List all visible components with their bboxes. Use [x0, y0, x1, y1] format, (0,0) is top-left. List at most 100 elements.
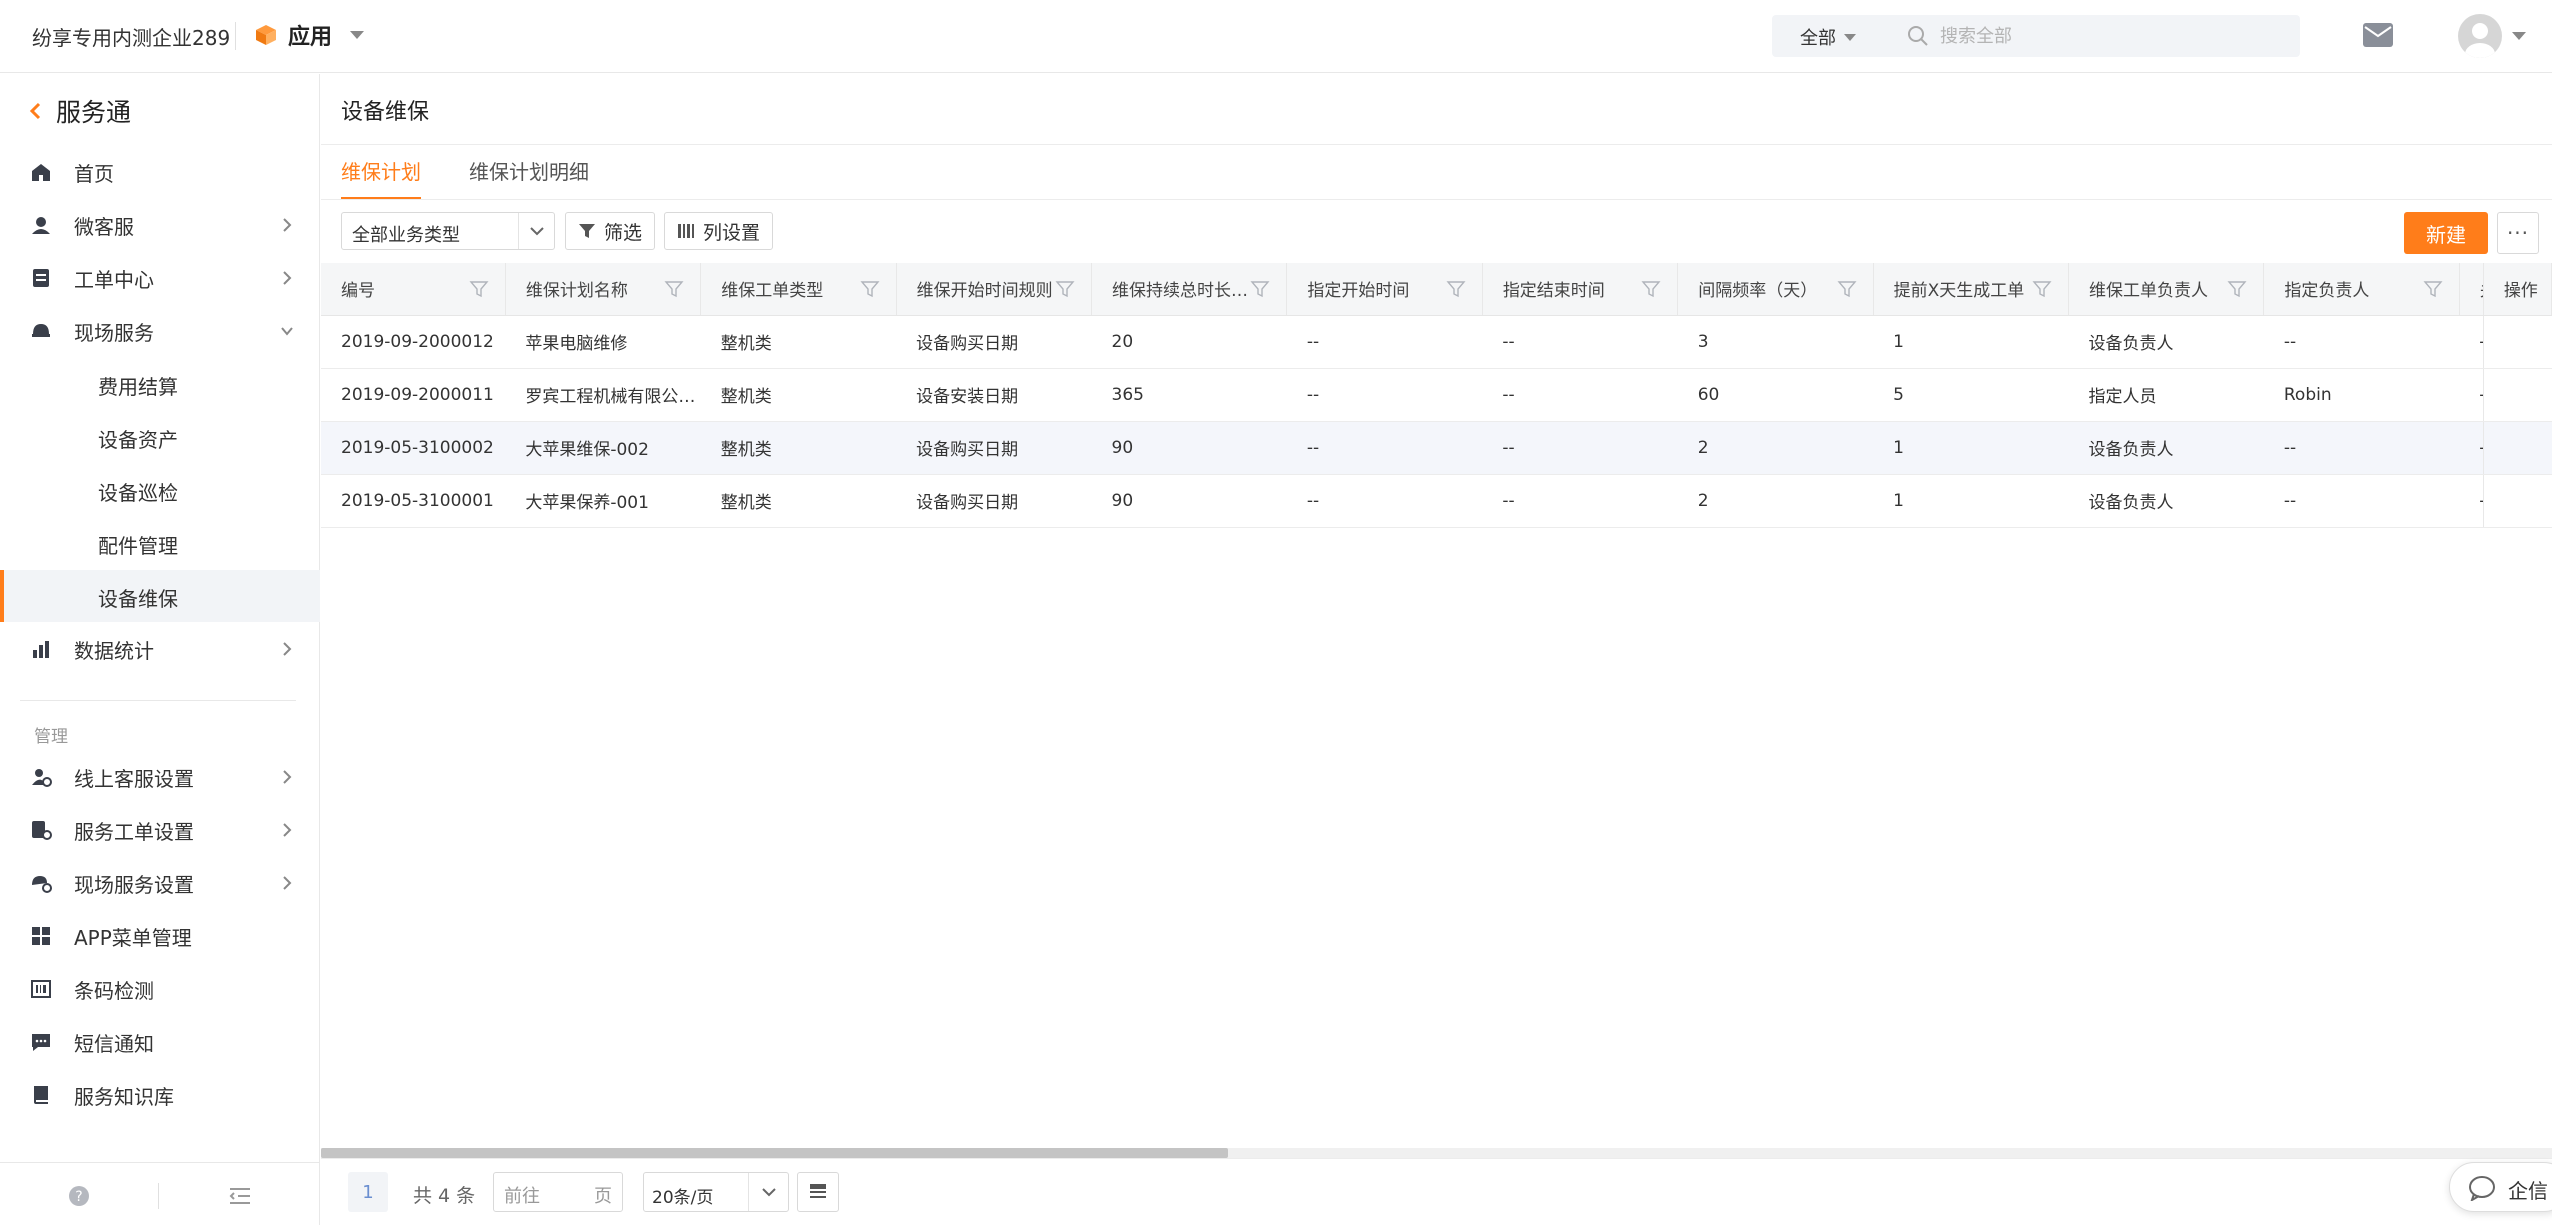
app-cube-icon [256, 25, 276, 45]
column-filter-icon[interactable] [2227, 279, 2247, 299]
sidebar-item-app-menu[interactable]: APP菜单管理 [0, 910, 320, 962]
help-icon[interactable]: ? [68, 1185, 90, 1207]
back-arrow-icon[interactable] [28, 101, 42, 121]
sidebar-item-barcode[interactable]: 条码检测 [0, 963, 320, 1015]
column-filter-icon[interactable] [664, 279, 684, 299]
dropdown-toggle[interactable] [518, 213, 554, 249]
qixin-chat-button[interactable]: 企信 [2449, 1162, 2552, 1212]
sidebar-item-wechat-service[interactable]: 微客服 [0, 199, 320, 251]
column-header[interactable]: 指定负责人 [2263, 263, 2460, 316]
column-filter-icon[interactable] [1641, 279, 1661, 299]
column-header-label: 维保工单负责人 [2088, 281, 2208, 302]
column-header[interactable]: 维保计划名称 [505, 263, 702, 316]
goto-page-input[interactable]: 前往 页 [493, 1172, 623, 1212]
filter-button[interactable]: 筛选 [565, 212, 656, 250]
table-row[interactable]: 2019-09-2000011 罗宾工程机械有限公… 整机类 设备安装日期 365 -- -… [321, 368, 2552, 422]
chevron-down-icon [530, 227, 544, 236]
current-page[interactable]: 1 [348, 1172, 388, 1212]
mail-icon[interactable] [2362, 22, 2394, 48]
column-header[interactable]: 维保工单类型 [700, 263, 897, 316]
column-filter-icon[interactable] [1446, 279, 1466, 299]
table-cell: 60 [1677, 368, 1874, 422]
column-filter-icon[interactable] [1055, 279, 1075, 299]
qixin-label: 企信 [2508, 1179, 2548, 1203]
tab-maintenance-plan-detail[interactable]: 维保计划明细 [469, 144, 589, 200]
search-scope-select[interactable]: 全部 [1800, 24, 1856, 50]
sidebar-item-online-service-settings[interactable]: 线上客服设置 [0, 751, 320, 803]
sidebar-item-field-service-settings[interactable]: 现场服务设置 [0, 857, 320, 909]
sidebar-item-home[interactable]: 首页 [0, 146, 320, 198]
business-type-select[interactable]: 全部业务类型 [341, 212, 555, 250]
goto-placeholder: 前往 [504, 1186, 540, 1207]
sidebar-subitem-expense-settlement[interactable]: 费用结算 [0, 358, 320, 410]
chevron-right-icon [283, 642, 292, 656]
column-filter-icon[interactable] [860, 279, 880, 299]
svg-text:?: ? [75, 1189, 82, 1205]
table-cell [2482, 474, 2552, 528]
column-header[interactable]: 维保工单负责人 [2068, 263, 2265, 316]
table-cell: 大苹果保养-001 [505, 474, 701, 528]
horizontal-scrollbar[interactable] [321, 1148, 2552, 1158]
bar-chart-icon [33, 641, 49, 658]
sidebar-subitem-device-assets[interactable]: 设备资产 [0, 411, 320, 463]
collapse-sidebar-icon[interactable] [228, 1185, 252, 1207]
table-cell: -- [2459, 315, 2484, 369]
sidebar-subitem-parts-management[interactable]: 配件管理 [0, 517, 320, 569]
scrollbar-thumb[interactable] [321, 1148, 1228, 1158]
sidebar-subitem-device-inspection[interactable]: 设备巡检 [0, 464, 320, 516]
sidebar-item-label: APP菜单管理 [74, 925, 192, 950]
sidebar-subitem-label: 设备维保 [98, 587, 178, 611]
column-header[interactable]: 间隔频率（天） [1677, 263, 1874, 316]
dropdown-toggle[interactable] [748, 1173, 788, 1211]
table-row[interactable]: 2019-09-2000012 苹果电脑维修 整机类 设备购买日期 20 -- -- 3 1 设备… [321, 315, 2552, 369]
sidebar-item-statistics[interactable]: 数据统计 [0, 623, 320, 675]
column-header[interactable]: 编号 [321, 263, 506, 316]
table-row[interactable]: 2019-05-3100002 大苹果维保-002 整机类 设备购买日期 90 -- -- 2… [321, 421, 2552, 475]
column-header[interactable]: 指定结束时间 [1482, 263, 1679, 316]
sidebar-item-sms[interactable]: 短信通知 [0, 1016, 320, 1068]
column-settings-button[interactable]: 列设置 [664, 212, 774, 250]
column-filter-icon[interactable] [469, 279, 489, 299]
sidebar-item-ticket-settings[interactable]: 服务工单设置 [0, 804, 320, 856]
sidebar-item-label: 短信通知 [74, 1031, 154, 1056]
column-header[interactable]: 维保开始时间规则 [896, 263, 1093, 316]
sidebar-item-field-service[interactable]: 现场服务 [0, 305, 320, 357]
column-filter-icon[interactable] [2032, 279, 2052, 299]
column-header[interactable]: 指定开始时间 [1286, 263, 1483, 316]
table-cell: 整机类 [700, 421, 897, 475]
table-row[interactable]: 2019-05-3100001 大苹果保养-001 整机类 设备购买日期 90 -- -- 2… [321, 474, 2552, 528]
column-header-label: 维保开始时间规则 [916, 281, 1053, 302]
more-actions-button[interactable]: ··· [2497, 212, 2539, 254]
search-input[interactable] [1940, 21, 2280, 51]
table-cell: 设备购买日期 [896, 421, 1092, 475]
sidebar-item-knowledge-base[interactable]: 服务知识库 [0, 1069, 320, 1121]
tab-maintenance-plan[interactable]: 维保计划 [341, 144, 421, 200]
table-cell: -- [1482, 421, 1678, 475]
column-filter-icon[interactable] [1250, 279, 1270, 299]
user-icon [2465, 23, 2495, 58]
column-filter-icon[interactable] [2423, 279, 2443, 299]
table-cell: -- [2459, 368, 2484, 422]
sidebar-item-ticket-center[interactable]: 工单中心 [0, 252, 320, 304]
table-cell: Robin [2263, 368, 2460, 422]
column-header[interactable]: 提前X天生成工单 [1873, 263, 2069, 316]
column-header-label: 维保工单类型 [721, 281, 824, 302]
avatar[interactable] [2458, 14, 2502, 58]
column-header[interactable]: 关 [2459, 263, 2484, 316]
page-size-select[interactable]: 20条/页 [643, 1172, 789, 1212]
app-menu-icon [32, 927, 50, 945]
sidebar-title: 服务通 [56, 98, 132, 127]
sidebar-subitem-device-maintenance[interactable]: 设备维保 [0, 570, 320, 622]
company-name[interactable]: 纷享专用内测企业289 [32, 22, 230, 51]
chevron-down-icon[interactable] [2512, 32, 2526, 40]
column-header[interactable]: 维保持续总时长… [1091, 263, 1288, 316]
table-cell: -- [1286, 474, 1483, 528]
column-header[interactable]: 操作 [2482, 263, 2552, 316]
list-view-button[interactable] [797, 1172, 839, 1212]
sidebar-header[interactable]: 服务通 [28, 94, 131, 128]
table-cell: 整机类 [700, 474, 897, 528]
column-filter-icon[interactable] [1837, 279, 1857, 299]
app-switcher[interactable]: 应用 [254, 18, 365, 52]
new-button[interactable]: 新建 [2404, 212, 2488, 254]
table-cell: -- [1482, 474, 1678, 528]
